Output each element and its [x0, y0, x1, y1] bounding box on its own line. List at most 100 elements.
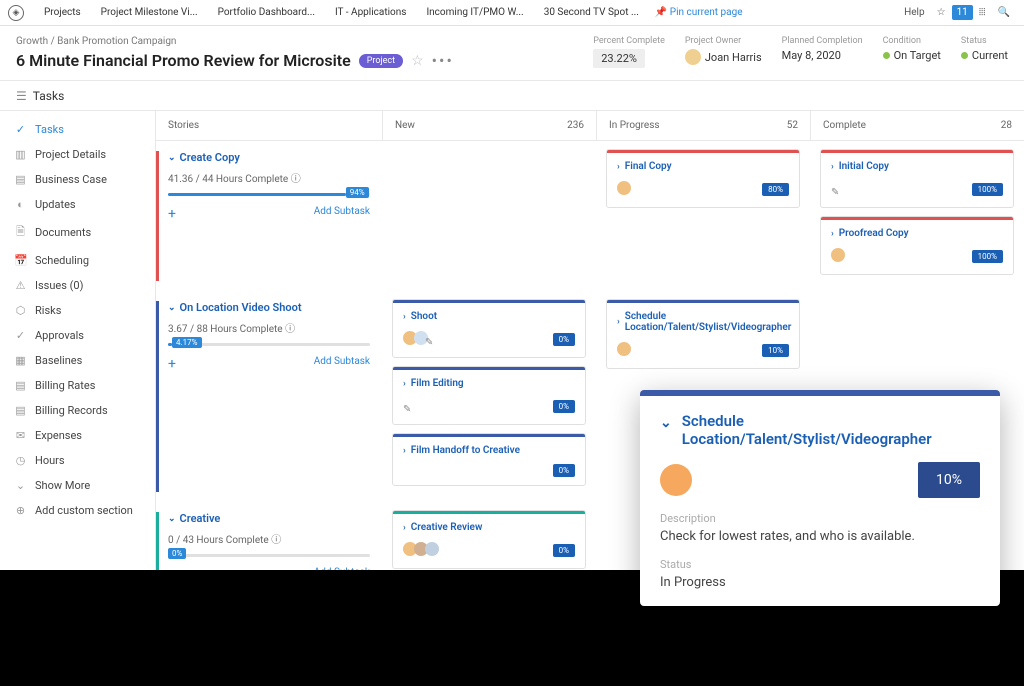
task-percent: 0% — [553, 400, 575, 413]
task-card[interactable]: ›Film Editing✎0% — [392, 366, 586, 425]
status-value: Current — [972, 49, 1008, 62]
nav-tab[interactable]: Incoming IT/PMO W... — [416, 7, 533, 18]
sidebar-item[interactable]: ✉Expenses — [0, 423, 155, 448]
project-pill: Project — [359, 54, 403, 68]
sidebar-item[interactable]: ▦Baselines — [0, 348, 155, 373]
task-card[interactable]: ›Film Handoff to Creative0% — [392, 433, 586, 486]
chevron-icon: › — [831, 229, 834, 239]
task-card[interactable]: ›Schedule Location/Talent/Stylist/Videog… — [606, 299, 800, 369]
sidebar-icon: 📅 — [14, 254, 27, 267]
story-hours: 3.67 / 88 Hours Complete ⓘ — [168, 320, 370, 335]
add-subtask-link[interactable]: Add Subtask — [314, 206, 370, 222]
chevron-icon: › — [403, 523, 406, 533]
nav-tab[interactable]: Projects — [34, 7, 91, 18]
task-card[interactable]: ›Proofread Copy100% — [820, 216, 1014, 275]
sidebar-item[interactable]: ▤Billing Rates — [0, 373, 155, 398]
chevron-icon: › — [831, 162, 834, 172]
chevron-icon: › — [403, 379, 406, 389]
task-percent: 10% — [762, 344, 789, 357]
assignee-avatar — [660, 464, 692, 496]
help-link[interactable]: Help — [898, 7, 930, 18]
owner-avatar — [685, 49, 701, 65]
popup-percent: 10% — [918, 462, 980, 498]
sidebar-icon: ⬡ — [14, 304, 27, 317]
pin-link[interactable]: 📌 Pin current page — [655, 7, 743, 18]
add-button[interactable]: + — [168, 206, 176, 222]
favorite-icon[interactable]: ☆ — [411, 53, 424, 69]
sidebar-icon: ◐ — [14, 198, 27, 211]
column-header: In Progress52 — [596, 111, 810, 140]
story-title[interactable]: ⌄Creative — [168, 512, 370, 525]
list-icon: ☰ — [16, 89, 27, 103]
nav-tab[interactable]: IT - Applications — [325, 7, 416, 18]
column-header: Stories — [156, 111, 382, 140]
sidebar-item[interactable]: ⬡Risks — [0, 298, 155, 323]
percent-complete: 23.22% — [593, 49, 645, 68]
more-icon[interactable]: ••• — [432, 51, 454, 70]
apps-icon[interactable]: ⦙⦙⦙ — [973, 7, 992, 18]
stat-label: Percent Complete — [593, 36, 665, 46]
sidebar-icon: ▥ — [14, 148, 27, 161]
sidebar-item[interactable]: ✓Approvals — [0, 323, 155, 348]
task-card[interactable]: ›Final Copy80% — [606, 149, 800, 208]
tool-icon: ✎ — [425, 337, 433, 348]
task-card[interactable]: ›Shoot✎0% — [392, 299, 586, 358]
sidebar-icon: ✓ — [14, 123, 27, 136]
search-icon[interactable]: 🔍 — [992, 7, 1016, 18]
page-title: 6 Minute Financial Promo Review for Micr… — [16, 51, 351, 70]
breadcrumb[interactable]: Growth / Bank Promotion Campaign — [16, 36, 593, 47]
sidebar-item[interactable]: ⚠Issues (0) — [0, 273, 155, 298]
sidebar-item[interactable]: 📅Scheduling — [0, 248, 155, 273]
chevron-down-icon[interactable]: ⌄ — [660, 415, 672, 431]
nav-tab[interactable]: Portfolio Dashboard... — [208, 7, 325, 18]
sidebar-item[interactable]: ▤Billing Records — [0, 398, 155, 423]
task-card[interactable]: ›Initial Copy✎100% — [820, 149, 1014, 208]
notification-badge[interactable]: 11 — [952, 5, 973, 20]
task-percent: 80% — [762, 183, 789, 196]
task-percent: 0% — [553, 333, 575, 346]
sidebar-item[interactable]: ◷Hours — [0, 448, 155, 473]
star-icon[interactable]: ☆ — [931, 7, 952, 18]
sidebar-item[interactable]: 🗎Documents — [0, 217, 155, 248]
task-detail-popup: ⌄Schedule Location/Talent/Stylist/Videog… — [640, 390, 1000, 606]
story-hours: 41.36 / 44 Hours Complete ⓘ — [168, 170, 370, 185]
sidebar-item[interactable]: ▥Project Details — [0, 142, 155, 167]
sidebar-item[interactable]: ✓Tasks — [0, 117, 155, 142]
nav-tab[interactable]: 30 Second TV Spot ... — [534, 7, 649, 18]
stat-label: Condition — [883, 36, 941, 46]
story-cell: ⌄Create Copy41.36 / 44 Hours Complete ⓘ9… — [156, 141, 382, 291]
chevron-icon: › — [403, 312, 406, 322]
add-subtask-link[interactable]: Add Subtask — [314, 567, 370, 570]
story-title[interactable]: ⌄Create Copy — [168, 151, 370, 164]
status-dot — [961, 52, 968, 59]
column-header: Complete28 — [810, 111, 1024, 140]
app-logo[interactable]: ◈ — [8, 5, 24, 21]
sidebar-item[interactable]: ◐Updates — [0, 192, 155, 217]
story-title[interactable]: ⌄On Location Video Shoot — [168, 301, 370, 314]
sidebar-item[interactable]: ⌄Show More — [0, 473, 155, 498]
chevron-icon: › — [617, 317, 620, 327]
assignee-avatar — [425, 542, 439, 556]
sidebar-item[interactable]: ▤Business Case — [0, 167, 155, 192]
stat-label: Project Owner — [685, 36, 762, 46]
assignee-avatar — [617, 342, 631, 356]
add-subtask-link[interactable]: Add Subtask — [314, 356, 370, 372]
tool-icon: ✎ — [831, 187, 839, 198]
stat-label: Planned Completion — [782, 36, 863, 46]
desc-label: Description — [660, 512, 980, 525]
stat-label: Status — [961, 36, 1008, 46]
tool-icon: ✎ — [403, 404, 411, 415]
assignee-avatar — [617, 181, 631, 195]
sidebar-icon: ⌄ — [14, 479, 27, 492]
condition-value: On Target — [894, 49, 941, 62]
sidebar-icon: ✉ — [14, 429, 27, 442]
sidebar-icon: ▤ — [14, 173, 27, 186]
task-card[interactable]: ›Creative Review0% — [392, 510, 586, 569]
sidebar-item[interactable]: ⊕Add custom section — [0, 498, 155, 523]
task-percent: 100% — [972, 250, 1003, 263]
add-button[interactable]: + — [168, 356, 176, 372]
nav-tab[interactable]: Project Milestone Vi... — [91, 7, 208, 18]
add-button[interactable]: + — [168, 567, 176, 570]
owner-name: Joan Harris — [705, 51, 762, 64]
section-tab[interactable]: Tasks — [33, 89, 65, 103]
